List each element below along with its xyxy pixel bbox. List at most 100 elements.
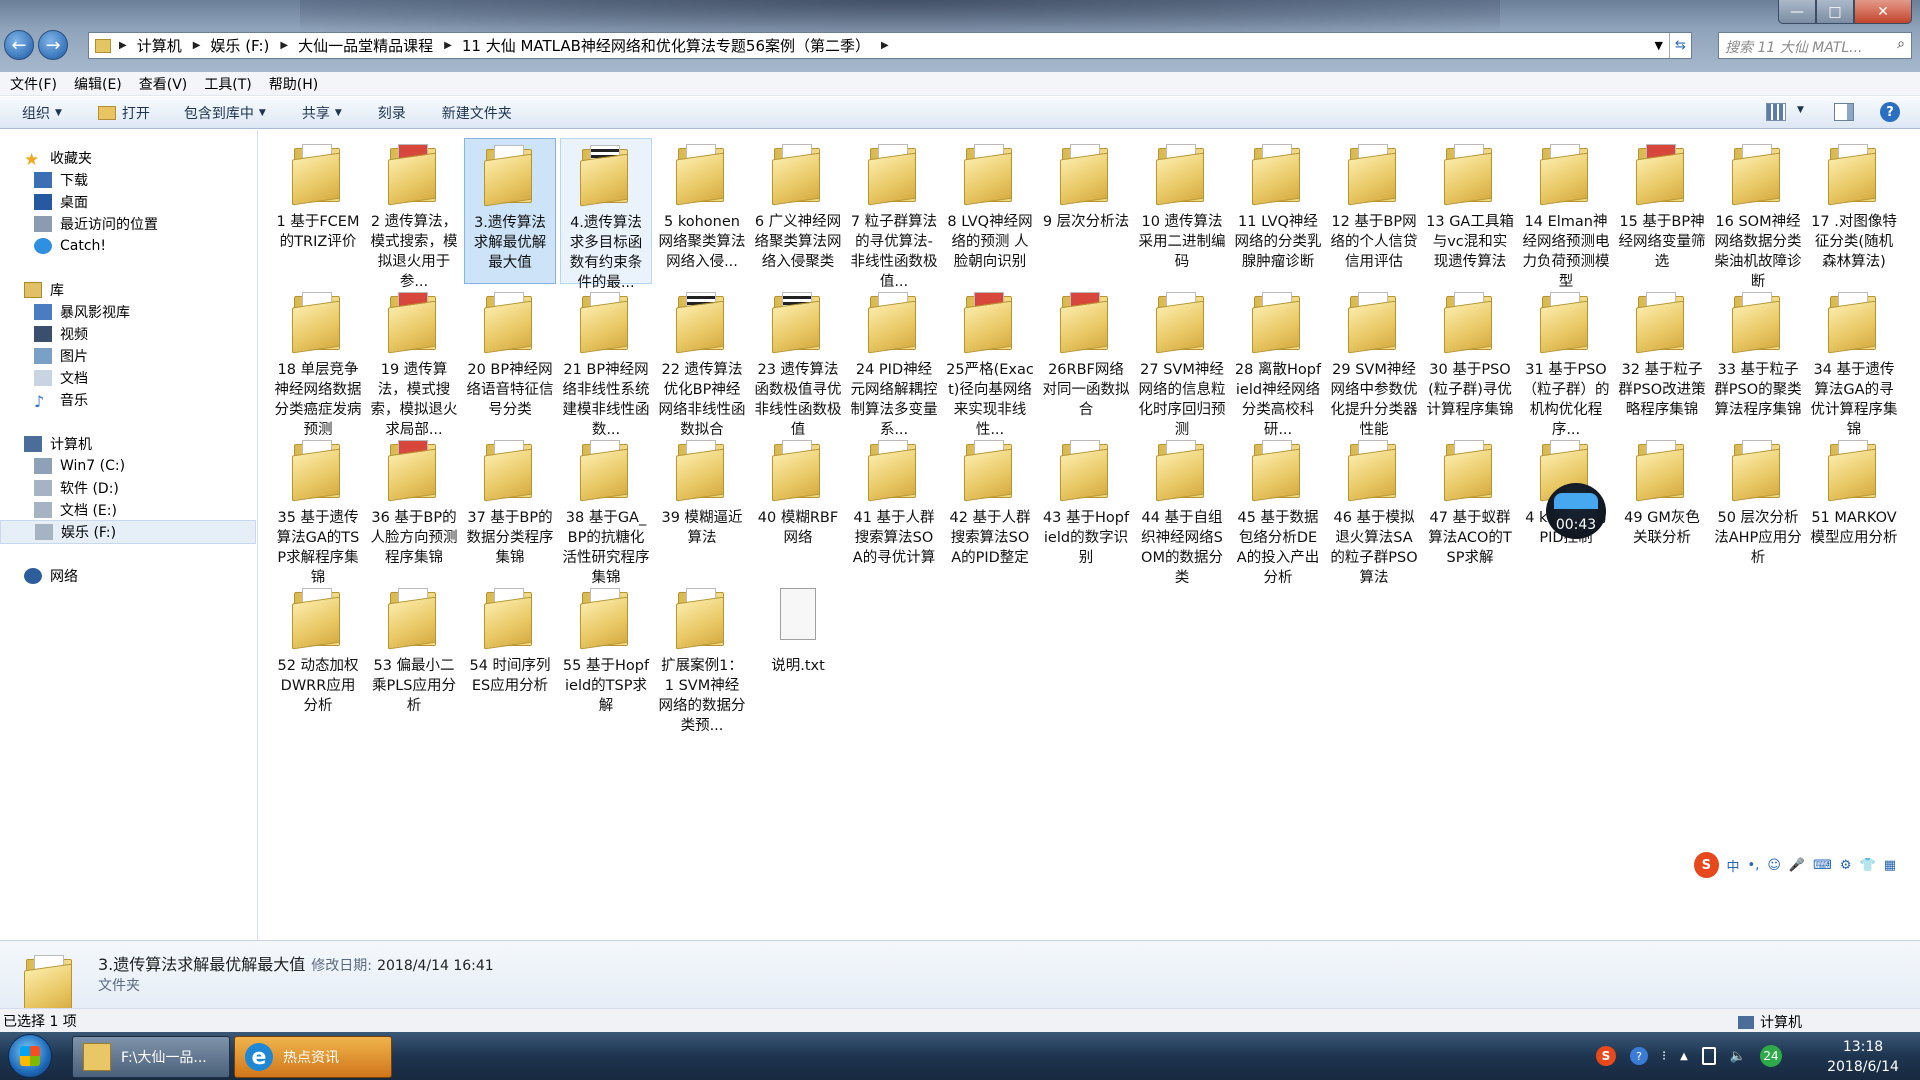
folder-item[interactable]: 32 基于粒子群PSO改进策略程序集锦 <box>1616 286 1708 432</box>
nav-pictures[interactable]: 图片 <box>34 344 290 368</box>
folder-item[interactable]: 38 基于GA_BP的抗糖化活性研究程序集锦 <box>560 434 652 586</box>
nav-favorites[interactable]: ★ 收藏夹 <box>24 146 280 170</box>
nav-desktop[interactable]: 桌面 <box>34 190 290 214</box>
folder-item[interactable]: 4.遗传算法求多目标函数有约束条件的最... <box>560 138 652 291</box>
nav-computer[interactable]: 计算机 <box>24 432 280 456</box>
breadcrumb-current[interactable]: 11 大仙 MATLAB神经网络和优化算法专题56案例（第二季） <box>456 35 877 56</box>
folder-item[interactable]: 49 GM灰色关联分析 <box>1616 434 1708 580</box>
skin-icon[interactable]: 👕 <box>1860 858 1876 873</box>
folder-item[interactable]: 10 遗传算法采用二进制编码 <box>1136 138 1228 284</box>
forward-button[interactable]: → <box>38 30 68 60</box>
file-item[interactable]: 说明.txt <box>752 582 844 728</box>
view-dropdown-icon[interactable]: ▼ <box>1797 105 1804 115</box>
organize-button[interactable]: 组织 ▼ <box>22 103 62 123</box>
include-in-library-button[interactable]: 包含到库中 ▼ <box>184 103 266 123</box>
menu-view[interactable]: 查看(V) <box>139 74 188 94</box>
folder-item[interactable]: 43 基于Hopfield的数字识别 <box>1040 434 1132 580</box>
nav-drive-d[interactable]: 软件 (D:) <box>34 476 290 500</box>
menu-tools[interactable]: 工具(T) <box>204 74 251 94</box>
help-tray-icon[interactable]: ? <box>1630 1047 1648 1065</box>
nav-network[interactable]: 网络 <box>24 564 280 588</box>
ime-lang[interactable]: 中 <box>1727 856 1740 875</box>
breadcrumb-drive[interactable]: 娱乐 (F:) <box>204 35 276 56</box>
nav-videos[interactable]: 视频 <box>34 322 290 346</box>
ime-punct[interactable]: •, <box>1748 858 1760 873</box>
microphone-icon[interactable]: 🎤 <box>1789 858 1805 873</box>
folder-item[interactable]: 16 SOM神经网络数据分类柴油机故障诊断 <box>1712 138 1804 290</box>
folder-item[interactable]: 17 .对图像特征分类(随机森林算法) <box>1808 138 1900 284</box>
minimize-button[interactable]: — <box>1778 0 1816 24</box>
share-button[interactable]: 共享 ▼ <box>302 103 342 123</box>
nav-documents[interactable]: 文档 <box>34 366 290 390</box>
folder-item[interactable]: 18 单层竞争神经网络数据分类癌症发病预测 <box>272 286 364 438</box>
show-hidden-icons[interactable]: ▲ <box>1680 1051 1688 1062</box>
folder-item[interactable]: 29 SVM神经网络中参数优化提升分类器性能 <box>1328 286 1420 438</box>
folder-item[interactable]: 22 遗传算法优化BP神经网络非线性函数拟合 <box>656 286 748 438</box>
menu-file[interactable]: 文件(F) <box>10 74 57 94</box>
nav-music[interactable]: ♪ 音乐 <box>34 388 290 412</box>
menu-edit[interactable]: 编辑(E) <box>74 74 122 94</box>
folder-item[interactable]: 55 基于Hopfield的TSP求解 <box>560 582 652 728</box>
folder-item[interactable]: 25严格(Exact)径向基网络来实现非线性... <box>944 286 1036 438</box>
folder-item[interactable]: 51 MARKOV模型应用分析 <box>1808 434 1900 580</box>
nav-drive-c[interactable]: Win7 (C:) <box>34 454 290 478</box>
folder-item[interactable]: 20 BP神经网络语音特征信号分类 <box>464 286 556 432</box>
folder-item[interactable]: 15 基于BP神经网络变量筛选 <box>1616 138 1708 284</box>
folder-item[interactable]: 28 离散Hopfield神经网络分类高校科研... <box>1232 286 1324 438</box>
volume-icon[interactable]: 🔈 <box>1730 1049 1746 1064</box>
nav-baofeng[interactable]: 暴风影视库 <box>34 300 290 324</box>
device-icon[interactable] <box>1701 1047 1716 1065</box>
folder-item[interactable]: 30 基于PSO(粒子群)寻优计算程序集锦 <box>1424 286 1516 432</box>
folder-item[interactable]: 45 基于数据包络分析DEA的投入产出分析 <box>1232 434 1324 586</box>
folder-item[interactable]: 33 基于粒子群PSO的聚类算法程序集锦 <box>1712 286 1804 432</box>
folder-item[interactable]: 46 基于模拟退火算法SA的粒子群PSO算法 <box>1328 434 1420 586</box>
folder-item[interactable]: 37 基于BP的数据分类程序集锦 <box>464 434 556 580</box>
folder-item[interactable]: 44 基于自组织神经网络SOM的数据分类 <box>1136 434 1228 586</box>
recording-timer[interactable]: 00:43 <box>1546 483 1606 539</box>
folder-item[interactable]: 13 GA工具箱与vc混和实现遗传算法 <box>1424 138 1516 284</box>
folder-item[interactable]: 2 遗传算法，模式搜索，模拟退火用于参... <box>368 138 460 290</box>
taskbar-explorer[interactable]: F:\大仙一品... <box>72 1036 230 1078</box>
preview-pane-icon[interactable] <box>1834 103 1854 121</box>
nav-catch[interactable]: Catch! <box>34 234 290 258</box>
breadcrumb-computer[interactable]: 计算机 <box>131 35 189 56</box>
folder-item[interactable]: 35 基于遗传算法GA的TSP求解程序集锦 <box>272 434 364 586</box>
folder-item[interactable]: 5 kohonen网络聚类算法网络入侵... <box>656 138 748 284</box>
folder-item[interactable]: 47 基于蚁群算法ACO的TSP求解 <box>1424 434 1516 580</box>
folder-item[interactable]: 27 SVM神经网络的信息粒化时序回归预测 <box>1136 286 1228 438</box>
view-mode-icon[interactable] <box>1766 103 1786 121</box>
folder-item[interactable]: 6 广义神经网络聚类算法网络入侵聚类 <box>752 138 844 284</box>
folder-item[interactable]: 54 时间序列ES应用分析 <box>464 582 556 728</box>
folder-item[interactable]: 24 PID神经元网络解耦控制算法多变量系... <box>848 286 940 438</box>
folder-item[interactable]: 23 遗传算法函数极值寻优非线性函数极值 <box>752 286 844 438</box>
sogou-tray-icon[interactable]: S <box>1596 1046 1616 1066</box>
folder-item[interactable]: 31 基于PSO（粒子群）的机构优化程序... <box>1520 286 1612 438</box>
taskbar-news[interactable]: e 热点资讯 <box>234 1036 392 1078</box>
folder-item[interactable]: 8 LVQ神经网络的预测 人脸朝向识别 <box>944 138 1036 284</box>
tray-menu-icon[interactable]: ⁝ <box>1662 1049 1666 1064</box>
nav-recent[interactable]: 最近访问的位置 <box>34 212 290 236</box>
folder-item[interactable]: 34 基于遗传算法GA的寻优计算程序集锦 <box>1808 286 1900 438</box>
folder-item[interactable]: 50 层次分析法AHP应用分析 <box>1712 434 1804 580</box>
toolbox-icon[interactable]: ▦ <box>1884 858 1896 873</box>
folder-item[interactable]: 14 Elman神经网络预测电力负荷预测模型 <box>1520 138 1612 290</box>
search-input[interactable]: 搜索 11 大仙 MATL... ⌕ <box>1718 32 1912 59</box>
emoji-icon[interactable]: ☺ <box>1767 858 1781 873</box>
folder-item[interactable]: 52 动态加权DWRR应用分析 <box>272 582 364 728</box>
folder-item[interactable]: 42 基于人群搜索算法SOA的PID整定 <box>944 434 1036 580</box>
breadcrumb-course[interactable]: 大仙一品堂精品课程 <box>292 35 440 56</box>
open-button[interactable]: 打开 <box>97 103 150 123</box>
settings-icon[interactable]: ⚙ <box>1840 858 1852 873</box>
folder-item[interactable]: 21 BP神经网络非线性系统建模非线性函数... <box>560 286 652 438</box>
menu-help[interactable]: 帮助(H) <box>269 74 318 94</box>
burn-button[interactable]: 刻录 <box>378 103 406 123</box>
chevron-down-icon[interactable]: ▼ <box>1655 39 1669 52</box>
nav-libraries[interactable]: 库 <box>24 278 280 302</box>
new-folder-button[interactable]: 新建文件夹 <box>442 103 512 123</box>
nav-drive-f[interactable]: 娱乐 (F:) <box>0 520 256 544</box>
close-button[interactable]: ✕ <box>1854 0 1912 24</box>
nav-downloads[interactable]: 下载 <box>34 168 290 192</box>
folder-item[interactable]: 9 层次分析法 <box>1040 138 1132 284</box>
folder-item[interactable]: 41 基于人群搜索算法SOA的寻优计算 <box>848 434 940 580</box>
folder-item[interactable]: 3.遗传算法求解最优解最大值 <box>464 138 556 284</box>
